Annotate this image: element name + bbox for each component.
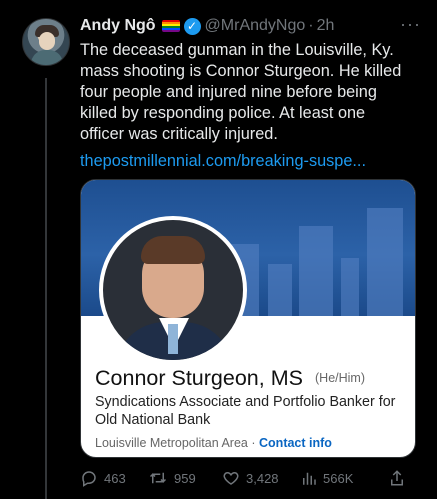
retweet-icon [148,469,168,487]
author-name[interactable]: Andy Ngô [80,17,156,35]
views-icon [301,469,317,487]
share-icon [389,469,405,487]
retweet-count: 959 [174,470,196,486]
card-meta: Louisville Metropolitan Area · Contact i… [95,436,332,450]
profile-photo [99,216,247,364]
thread-line [45,78,47,499]
tweet-text: The deceased gunman in the Louisville, K… [80,41,402,143]
banner-building [367,208,403,316]
contact-info-link[interactable]: Contact info [259,436,332,450]
reply-button[interactable]: 463 [80,469,148,487]
card-pronouns: (He/Him) [315,371,365,385]
like-count: 3,428 [246,470,279,486]
reply-count: 463 [104,470,126,486]
reply-icon [80,469,98,487]
tweet-header: Andy Ngô ✓ @MrAndyNgo · 2h ··· [80,14,421,37]
like-icon [222,469,240,487]
tweet-actions: 463 959 3,428 566K [80,468,420,488]
banner-building [299,226,333,316]
author-handle[interactable]: @MrAndyNgo [205,17,306,35]
card-meta-separator: · [251,436,256,450]
views-count: 566K [323,470,354,486]
more-icon[interactable]: ··· [400,14,421,35]
banner-building [341,258,359,316]
tweet-time[interactable]: 2h [317,17,335,35]
pride-flag-icon [161,20,180,32]
tweet-link[interactable]: thepostmillennial.com/breaking-suspe... [80,152,408,171]
card-headline: Syndications Associate and Portfolio Ban… [95,394,396,428]
author-avatar[interactable] [22,18,70,66]
photo-tie [168,324,178,354]
like-button[interactable]: 3,428 [222,469,301,487]
banner-building [268,264,292,316]
views-button[interactable]: 566K [301,469,381,487]
card-location: Louisville Metropolitan Area [95,436,248,450]
share-button[interactable] [381,469,405,487]
retweet-button[interactable]: 959 [148,469,222,487]
avatar-body [31,50,63,65]
card-profile-name: Connor Sturgeon, MS [95,366,303,390]
link-preview-card[interactable]: Connor Sturgeon, MS (He/Him) Syndication… [80,179,416,458]
photo-hair [141,236,205,264]
verified-badge-icon: ✓ [183,17,201,35]
avatar-face [39,32,55,50]
time-separator: · [308,17,314,34]
